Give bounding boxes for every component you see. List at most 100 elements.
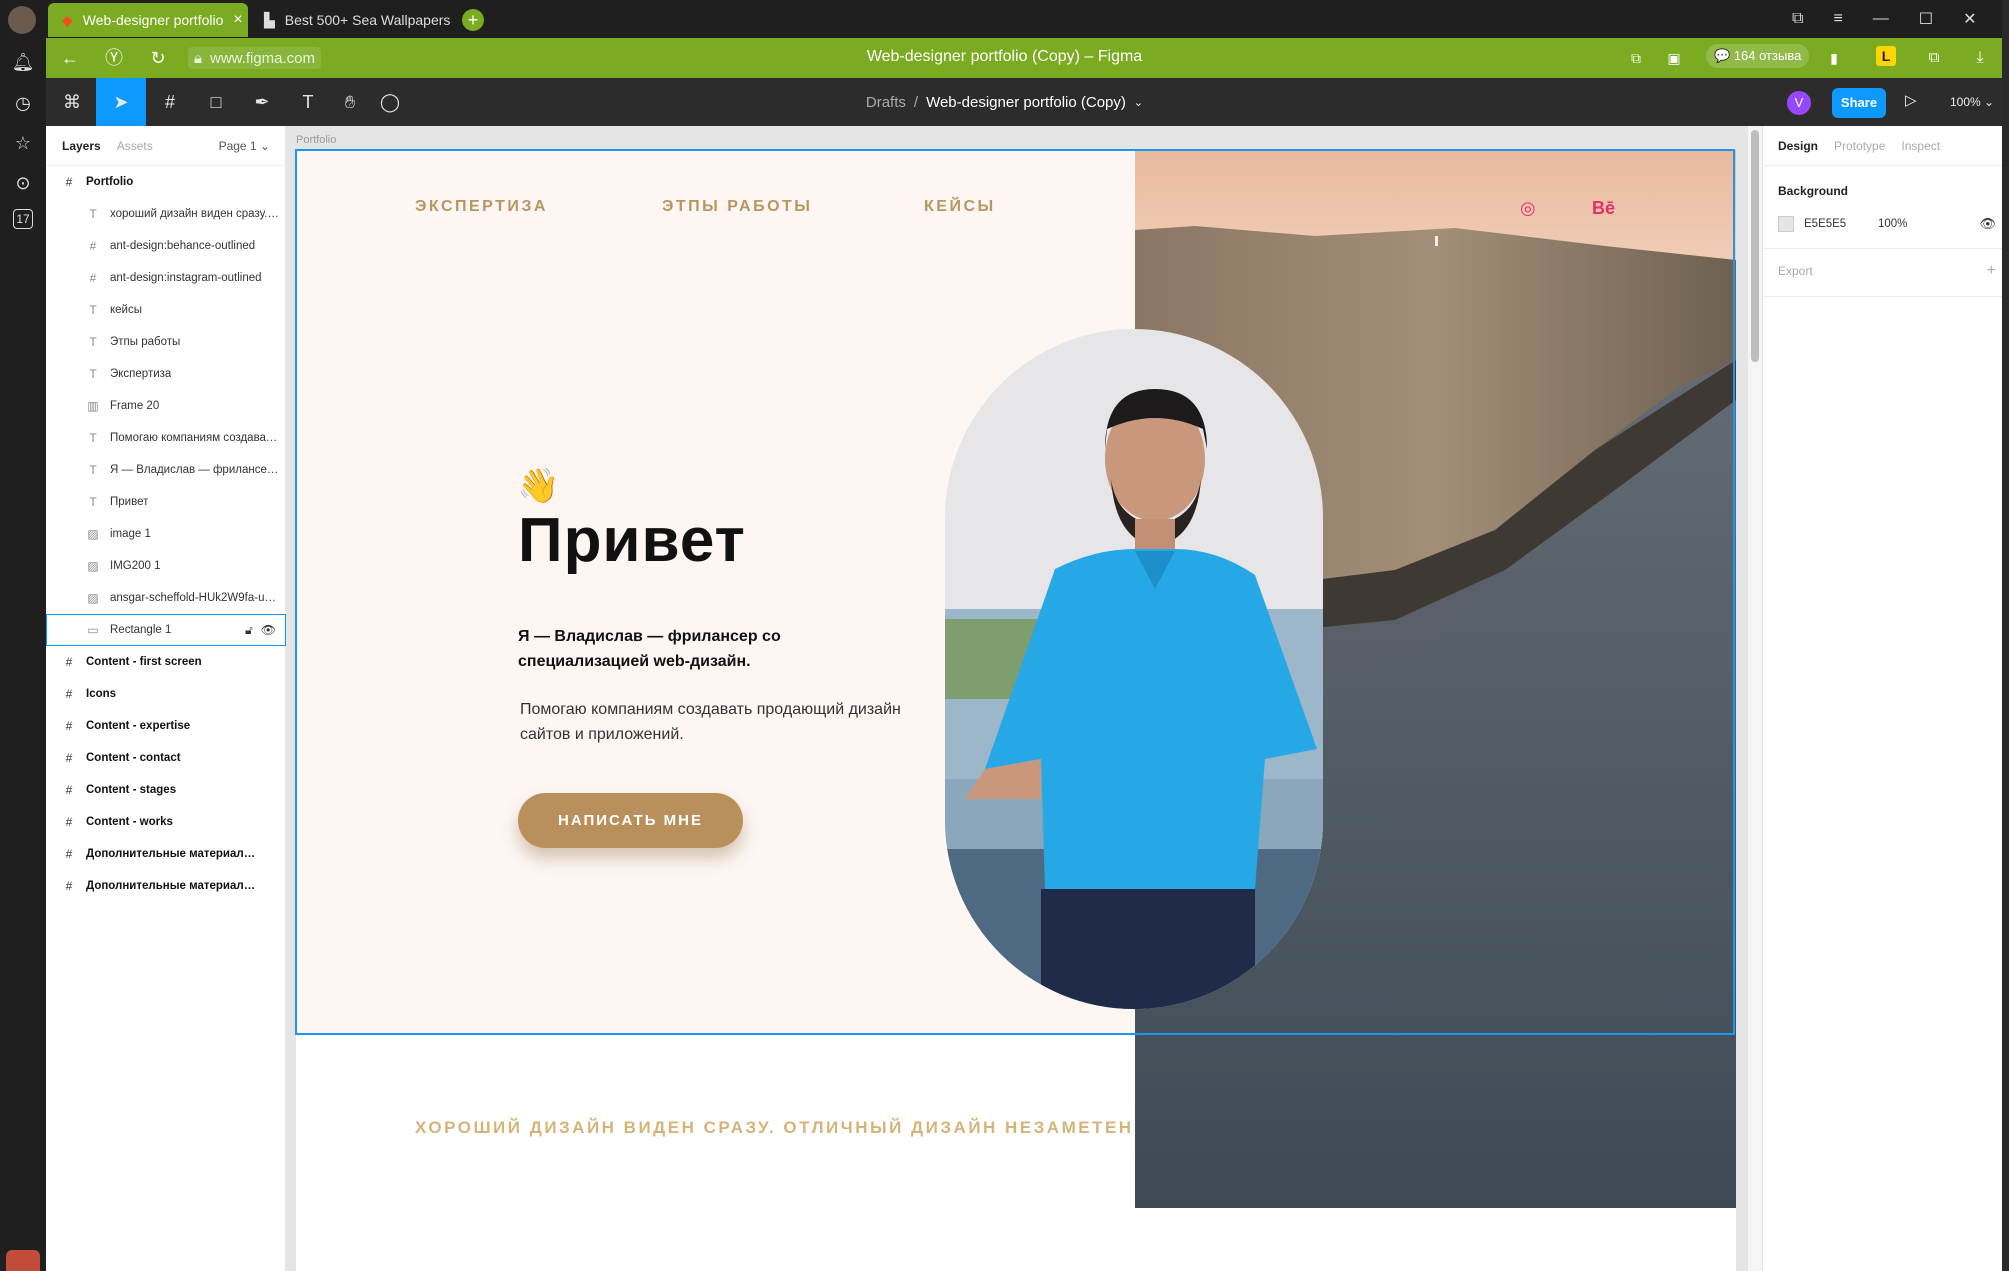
layer-row[interactable]: ▨ ansgar-scheffold-HUk2W9fa-unsplash [46, 582, 286, 614]
instagram-icon[interactable]: ◎ [1520, 198, 1536, 219]
star-icon[interactable]: ☆ [10, 130, 36, 156]
layer-row[interactable]: # Дополнительные материалы 2 [46, 870, 286, 902]
page-selector[interactable]: Page 1 ⌄ [219, 139, 270, 153]
subtitle-text[interactable]: Помогаю компаниям создавать продающий ди… [520, 697, 940, 747]
layer-row[interactable]: # ant-design:behance-outlined [46, 230, 286, 262]
profile-avatar[interactable] [8, 6, 36, 34]
layer-row[interactable]: # ant-design:instagram-outlined [46, 262, 286, 294]
collections-icon[interactable]: ⧉ [1922, 46, 1946, 70]
url-text: www.figma.com [209, 49, 316, 67]
layer-row[interactable]: # Content - expertise [46, 710, 286, 742]
background-section-title: Background [1778, 184, 1849, 198]
zoom-dropdown[interactable]: 100% ⌄ [1950, 95, 1994, 109]
unlock-icon[interactable]: 🔓︎ [245, 623, 253, 638]
tab-prototype[interactable]: Prototype [1834, 139, 1885, 153]
copy-icon[interactable]: ⧉ [1624, 46, 1648, 70]
history-icon[interactable]: ◷ [10, 90, 36, 116]
tab-design[interactable]: Design [1778, 139, 1818, 153]
bookmark-icon[interactable]: ▮ [1822, 46, 1846, 70]
frame-icon: # [65, 175, 73, 189]
share-button[interactable]: Share [1832, 88, 1886, 118]
nav-expertise[interactable]: ЭКСПЕРТИЗА [415, 198, 548, 216]
export-section[interactable]: Export + [1778, 262, 1996, 280]
layer-row[interactable]: T Этпы работы [46, 326, 286, 358]
background-fill-row[interactable]: E5E5E5 100% 👁︎ [1778, 214, 1996, 234]
present-icon[interactable]: ▷ [1905, 91, 1917, 109]
frame-label[interactable]: Portfolio [296, 134, 336, 146]
tab-layers[interactable]: Layers [62, 139, 101, 153]
url-field[interactable]: 🔒︎ www.figma.com [188, 47, 322, 69]
tab-inspect[interactable]: Inspect [1901, 139, 1940, 153]
rectangle-tool-icon[interactable]: □ [196, 78, 236, 126]
new-tab-button[interactable]: + [462, 9, 484, 31]
yandex-extension-icon[interactable]: L [1876, 46, 1896, 66]
layer-row[interactable]: ▭ Rectangle 1 🔓︎ 👁︎ [46, 614, 286, 646]
layer-row[interactable]: # Дополнительные материалы 1 [46, 838, 286, 870]
reviews-badge[interactable]: 💬 164 отзыва [1706, 44, 1810, 68]
extension-icon[interactable]: ▣ [1662, 46, 1686, 70]
portrait-photo[interactable] [945, 329, 1323, 1009]
menu-icon[interactable]: ≡ [1833, 10, 1842, 28]
bg-opacity-value[interactable]: 100% [1878, 218, 1907, 230]
minimize-icon[interactable]: — [1873, 10, 1889, 28]
layer-row[interactable]: ▨ IMG200 1 [46, 550, 286, 582]
avatar[interactable]: V [1787, 91, 1811, 115]
tab-wallpapers[interactable]: ▙ Best 500+ Sea Wallpapers [250, 3, 460, 37]
layer-row[interactable]: Tхороший дизайн виден сразу. отличный ди… [46, 198, 286, 230]
hand-tool-icon[interactable]: ✋︎ [332, 78, 368, 126]
eye-icon[interactable]: 👁︎ [1979, 216, 1996, 232]
layer-row[interactable]: Tкейсы [46, 294, 286, 326]
nav-stages[interactable]: ЭТПЫ РАБОТЫ [662, 198, 812, 216]
tab-label: Best 500+ Sea Wallpapers [284, 12, 451, 28]
text-tool-icon[interactable]: T [290, 78, 326, 126]
layer-row[interactable]: # Content - works [46, 806, 286, 838]
tagline-text[interactable]: ХОРОШИЙ ДИЗАЙН ВИДЕН СРАЗУ. ОТЛИЧНЫЙ ДИЗ… [415, 1118, 1134, 1138]
layer-row[interactable]: ▨ image 1 [46, 518, 286, 550]
calendar-icon[interactable]: 17 [13, 209, 33, 229]
yandex-icon[interactable]: Ⓨ [102, 46, 126, 70]
frame-icon: # [89, 239, 97, 253]
move-tool-icon[interactable]: ➤ [96, 78, 146, 126]
tab-assets[interactable]: Assets [117, 139, 153, 153]
download-icon[interactable]: ⤓ [1968, 46, 1992, 70]
plus-icon[interactable]: + [1987, 262, 1996, 280]
main-menu-icon[interactable]: ⌘ [52, 78, 92, 126]
close-icon[interactable]: × [233, 11, 242, 29]
design-panel [1762, 126, 2002, 1271]
reload-icon[interactable]: ↻ [146, 46, 170, 70]
layer-row[interactable]: # Portfolio [46, 166, 286, 198]
bookmarks-icon[interactable]: ⧉ [1792, 10, 1803, 28]
play-circle-icon[interactable]: ⊙ [10, 170, 36, 196]
layer-label: image 1 [110, 528, 151, 540]
scrollbar-thumb[interactable] [1751, 130, 1759, 362]
layer-row[interactable]: ▥ Frame 20 [46, 390, 286, 422]
back-icon[interactable]: ← [58, 46, 82, 70]
layer-row[interactable]: T Привет [46, 486, 286, 518]
image-icon: ▙ [264, 11, 275, 28]
intro-text[interactable]: Я — Владислав — фрилансер со специализац… [518, 624, 838, 674]
maximize-icon[interactable]: ☐ [1919, 9, 1933, 29]
rail-app-icon[interactable] [6, 1250, 40, 1271]
text-icon: T [89, 495, 97, 509]
layer-row[interactable]: # Content - first screen [46, 646, 286, 678]
layer-row[interactable]: # Content - stages [46, 774, 286, 806]
bg-hex-value[interactable]: E5E5E5 [1804, 218, 1878, 230]
layer-row[interactable]: T Помогаю компаниям создавать продающий д… [46, 422, 286, 454]
frame-tool-icon[interactable]: # [150, 78, 190, 126]
layer-row[interactable]: T Экспертиза [46, 358, 286, 390]
behance-icon[interactable]: Bē [1592, 198, 1615, 219]
comment-tool-icon[interactable]: ◯ [372, 78, 408, 126]
pen-tool-icon[interactable]: ✒ [242, 78, 282, 126]
bell-icon[interactable]: 🔔︎ [10, 49, 36, 75]
nav-cases[interactable]: КЕЙСЫ [924, 198, 996, 216]
layer-row[interactable]: # Icons [46, 678, 286, 710]
layer-row[interactable]: # Content - contact [46, 742, 286, 774]
hero-heading[interactable]: Привет [518, 505, 746, 576]
eye-icon[interactable]: 👁︎ [261, 623, 276, 638]
layer-row[interactable]: T Я — Владислав — фрилансер со специализа… [46, 454, 286, 486]
close-window-icon[interactable]: ✕ [1963, 9, 1976, 29]
contact-me-button[interactable]: НАПИСАТЬ МНЕ [518, 793, 743, 848]
tab-figma[interactable]: ◆ Web-designer portfolio × [48, 3, 248, 37]
color-swatch[interactable] [1778, 216, 1794, 232]
wave-emoji[interactable]: 👋 [517, 466, 559, 506]
